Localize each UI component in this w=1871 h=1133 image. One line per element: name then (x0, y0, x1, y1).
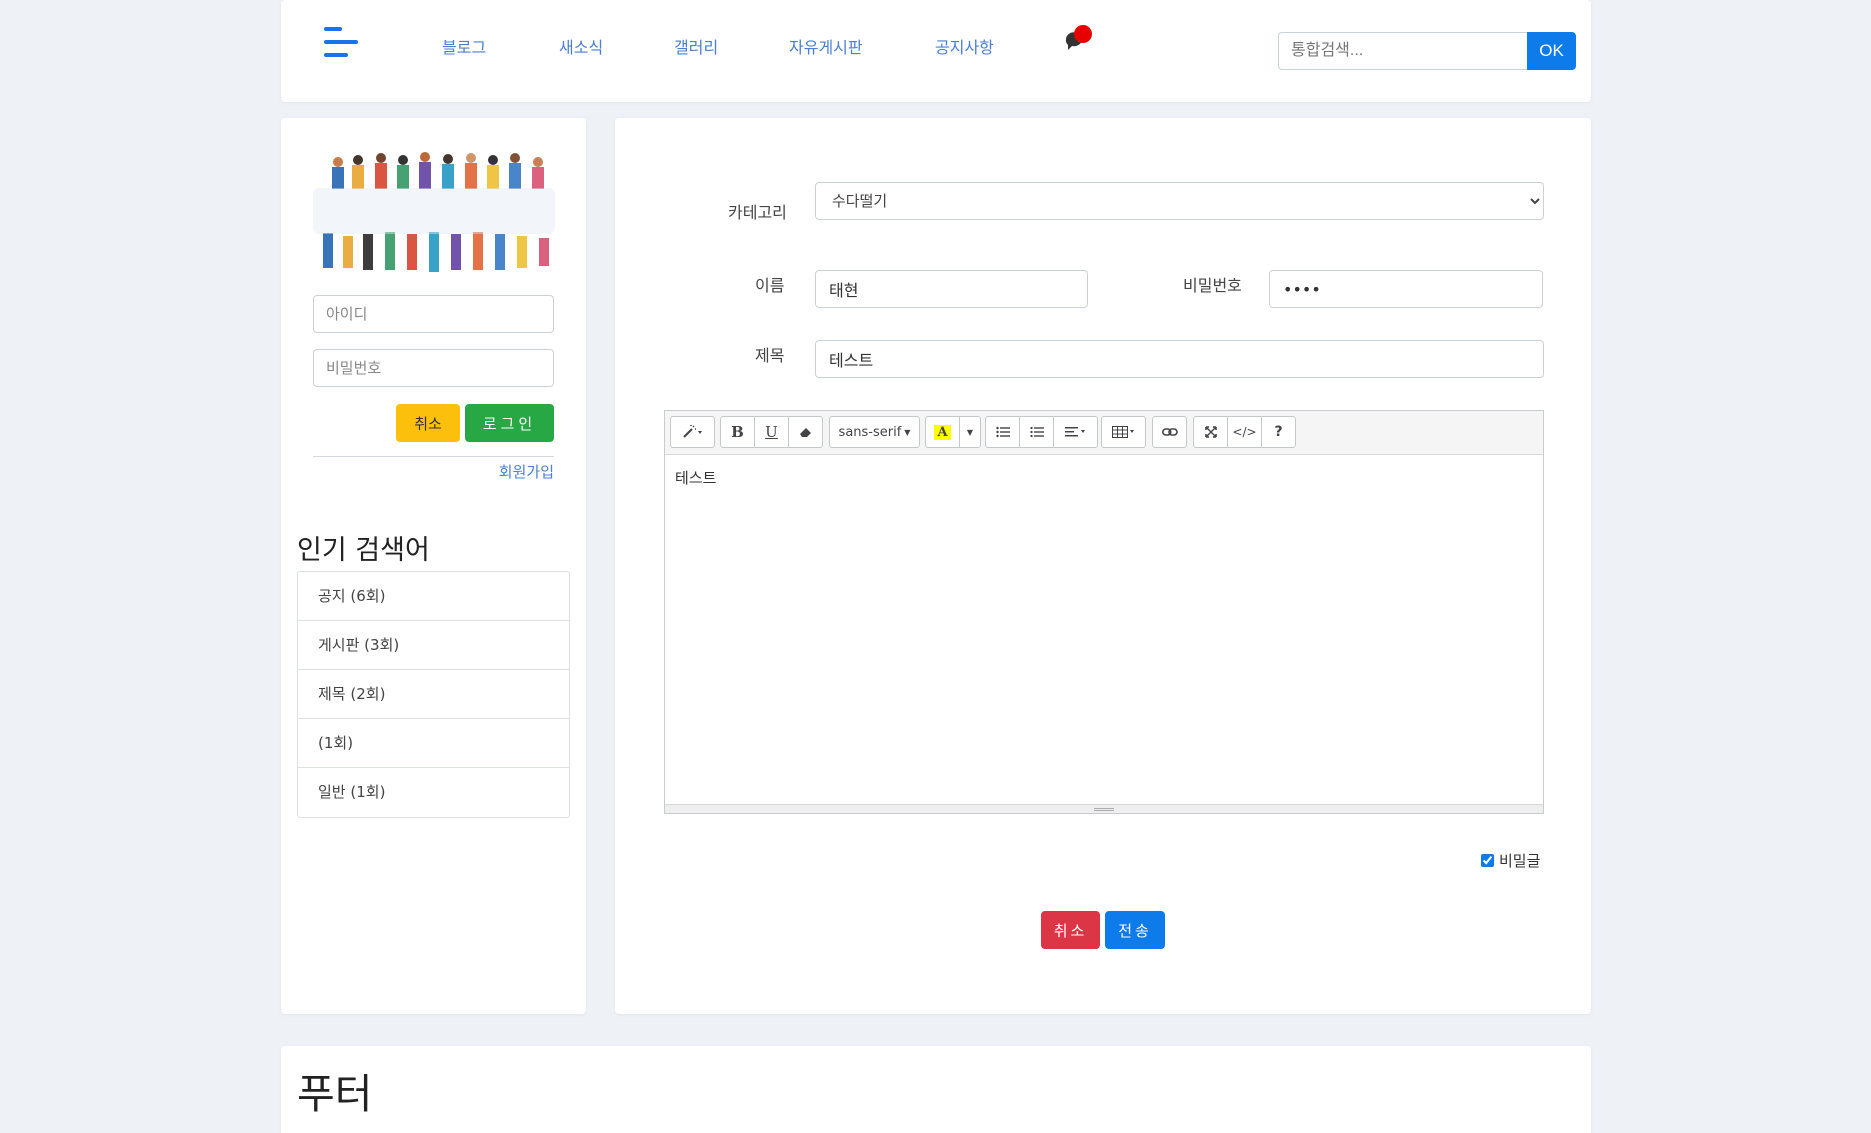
title-input[interactable] (815, 340, 1544, 378)
list-item[interactable]: 제목 (2회) (298, 670, 569, 719)
fullscreen-icon[interactable] (1193, 416, 1228, 448)
link-icon[interactable] (1152, 416, 1187, 448)
eraser-icon[interactable] (788, 416, 823, 448)
sidebar: 취소 로그인 회원가입 인기 검색어 공지 (6회) 게시판 (3회) 제목 (… (281, 118, 586, 1014)
nav-free-board[interactable]: 자유게시판 (789, 34, 863, 58)
sidebar-divider (313, 456, 554, 457)
footer: 푸터 (281, 1046, 1591, 1133)
write-form: 카테고리 수다떨기 이름 비밀번호 제목 B U sans-serif▼ (615, 118, 1591, 1014)
popular-search-title: 인기 검색어 (297, 535, 430, 566)
footer-title: 푸터 (297, 1070, 373, 1118)
table-icon[interactable] (1101, 416, 1146, 448)
font-family-dropdown[interactable]: sans-serif ▼ (829, 416, 920, 448)
chevron-down-icon: ▼ (904, 427, 911, 437)
hamburger-menu-icon[interactable] (324, 24, 362, 60)
list-item[interactable]: 일반 (1회) (298, 768, 569, 817)
numbered-list-icon[interactable] (1019, 416, 1054, 448)
help-icon[interactable]: ? (1261, 416, 1296, 448)
category-select[interactable]: 수다떨기 (815, 182, 1544, 220)
login-id-input[interactable] (313, 295, 554, 333)
login-button[interactable]: 로그인 (465, 404, 554, 442)
code-view-icon[interactable]: </> (1227, 416, 1262, 448)
name-input[interactable] (815, 270, 1088, 308)
secret-checkbox[interactable] (1481, 854, 1494, 867)
nav-notice[interactable]: 공지사항 (935, 34, 994, 58)
post-password-input[interactable] (1269, 270, 1543, 308)
resize-grip-icon[interactable] (1094, 808, 1114, 811)
list-item[interactable]: 공지 (6회) (298, 572, 569, 621)
text-color-icon[interactable]: A (925, 416, 960, 448)
chevron-down-icon[interactable]: ▼ (959, 416, 981, 448)
chat-notification-icon[interactable] (1061, 24, 1095, 56)
search-ok-button[interactable]: OK (1527, 32, 1576, 70)
nav-news[interactable]: 새소식 (559, 34, 603, 58)
list-item[interactable]: 게시판 (3회) (298, 621, 569, 670)
login-cancel-button[interactable]: 취소 (396, 404, 460, 442)
title-label: 제목 (755, 346, 785, 365)
popular-search-list: 공지 (6회) 게시판 (3회) 제목 (2회) (1회) 일반 (1회) (297, 571, 570, 818)
bullet-list-icon[interactable] (985, 416, 1020, 448)
login-password-input[interactable] (313, 349, 554, 387)
signup-link[interactable]: 회원가입 (499, 461, 554, 482)
name-label: 이름 (755, 276, 785, 295)
underline-icon[interactable]: U (754, 416, 789, 448)
secret-label: 비밀글 (1499, 852, 1541, 870)
editor-resize-bar[interactable] (665, 804, 1543, 813)
global-search-input[interactable] (1278, 32, 1528, 70)
form-cancel-button[interactable]: 취소 (1041, 911, 1100, 949)
form-submit-button[interactable]: 전송 (1105, 911, 1165, 949)
category-label: 카테고리 (728, 203, 787, 222)
list-item[interactable]: (1회) (298, 719, 569, 768)
rich-text-editor: B U sans-serif ▼ A ▼ </> ? 테스트 (664, 410, 1544, 814)
editor-toolbar: B U sans-serif ▼ A ▼ </> ? (665, 411, 1543, 455)
password-label: 비밀번호 (1183, 276, 1242, 295)
top-header: 블로그 새소식 갤러리 자유게시판 공지사항 OK (281, 0, 1591, 102)
nav-gallery[interactable]: 갤러리 (674, 34, 718, 58)
magic-wand-icon[interactable] (670, 416, 715, 448)
secret-post-toggle[interactable]: 비밀글 (1481, 850, 1540, 871)
align-icon[interactable] (1053, 416, 1098, 448)
nav-blog[interactable]: 블로그 (442, 34, 486, 58)
community-logo (313, 152, 555, 272)
font-name: sans-serif (838, 424, 902, 440)
editor-content[interactable]: 테스트 (675, 467, 716, 488)
bold-icon[interactable]: B (720, 416, 755, 448)
